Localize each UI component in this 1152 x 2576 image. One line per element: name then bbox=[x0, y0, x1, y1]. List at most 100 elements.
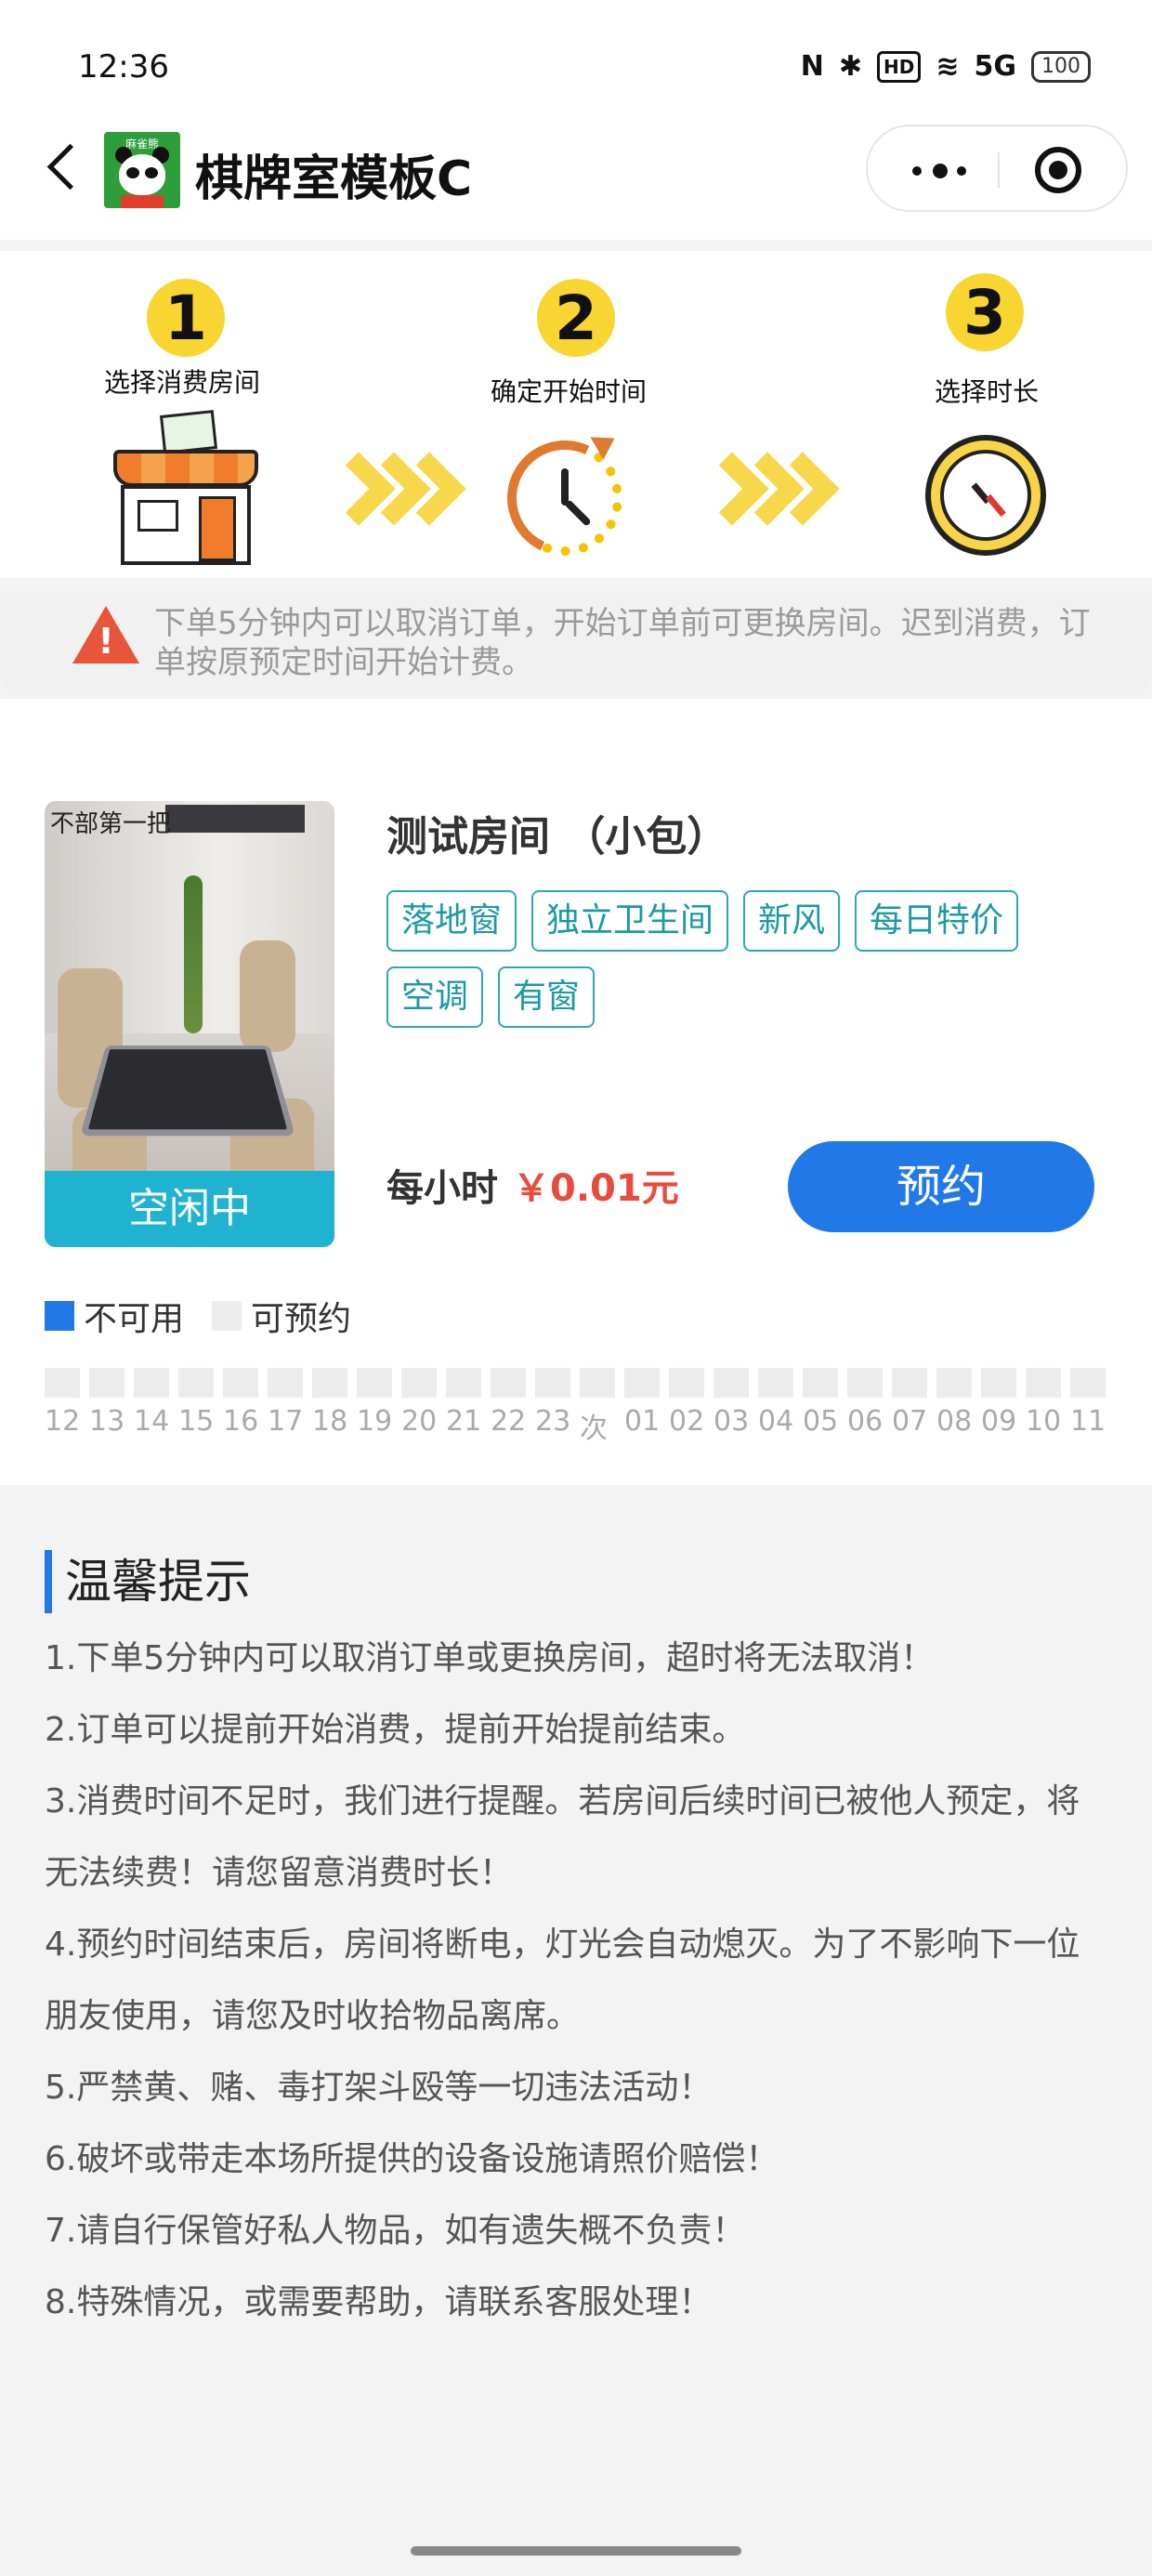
time-slot-label: 05 bbox=[803, 1405, 839, 1438]
book-button[interactable]: 预约 bbox=[788, 1141, 1094, 1232]
time-slot[interactable]: 01 bbox=[624, 1368, 669, 1438]
time-slot[interactable]: 22 bbox=[491, 1368, 535, 1438]
time-slot-bar bbox=[580, 1368, 615, 1398]
time-slot-label: 16 bbox=[223, 1405, 259, 1438]
time-slot-label: 09 bbox=[981, 1405, 1017, 1438]
price-label: 每小时 bbox=[386, 1167, 498, 1210]
time-slot[interactable]: 19 bbox=[357, 1368, 401, 1438]
room-photo-sign: 不部第一把 bbox=[50, 810, 172, 838]
availability-timeline: 12 13 14 15 16 17 18 19 20 21 22 23 次 01 02 03 04 05 06 07 0… bbox=[45, 1368, 1109, 1452]
legend-available-swatch bbox=[212, 1301, 242, 1331]
time-slot[interactable]: 18 bbox=[312, 1368, 357, 1438]
notice-text: 下单5分钟内可以取消订单，开始订单前可更换房间。迟到消费，订单按原预定时间开始计… bbox=[154, 605, 1091, 681]
time-slot[interactable]: 08 bbox=[936, 1368, 981, 1438]
time-slot[interactable]: 21 bbox=[446, 1368, 491, 1438]
tip-item: 4.预约时间结束后，房间将断电，灯光会自动熄灭。为了不影响下一位朋友使用，请您及… bbox=[45, 1925, 1080, 2035]
time-slot-bar bbox=[134, 1368, 169, 1398]
time-slot[interactable]: 12 bbox=[45, 1368, 89, 1438]
time-slot[interactable]: 07 bbox=[892, 1368, 936, 1438]
room-status-badge: 空闲中 bbox=[45, 1171, 334, 1247]
tips-section: 温馨提示 1.下单5分钟内可以取消订单或更换房间，超时将无法取消！ 2.订单可以… bbox=[0, 1485, 1152, 2576]
time-slot-label: 07 bbox=[892, 1405, 928, 1438]
time-slot[interactable]: 13 bbox=[89, 1368, 134, 1438]
time-slot[interactable]: 04 bbox=[758, 1368, 803, 1438]
time-slot-label: 15 bbox=[178, 1405, 215, 1438]
time-slot-bar bbox=[535, 1368, 570, 1398]
signal-icon: 5G bbox=[974, 50, 1017, 83]
start-time-clock-icon bbox=[491, 424, 639, 572]
time-slot-bar bbox=[45, 1368, 80, 1398]
time-slot[interactable]: 06 bbox=[847, 1368, 892, 1438]
close-miniprogram-icon[interactable] bbox=[1035, 147, 1081, 193]
time-slot[interactable]: 20 bbox=[401, 1368, 446, 1438]
tip-item: 5.严禁黄、赌、毒打架斗殴等一切违法活动！ bbox=[45, 2069, 713, 2107]
time-slot-label: 17 bbox=[268, 1405, 304, 1438]
booking-steps: 1 选择消费房间 2 确定开始时间 3 选择时长 bbox=[0, 251, 1152, 578]
time-slot-bar bbox=[803, 1368, 838, 1398]
time-slot[interactable]: 02 bbox=[669, 1368, 713, 1438]
time-slot[interactable]: 10 bbox=[1026, 1368, 1070, 1438]
hd-icon: HD bbox=[877, 51, 922, 83]
room-tag: 有窗 bbox=[498, 966, 596, 1028]
miniprogram-capsule bbox=[866, 125, 1128, 212]
time-slot[interactable]: 11 bbox=[1070, 1368, 1115, 1438]
time-slot-bar bbox=[624, 1368, 660, 1398]
tip-item: 1.下单5分钟内可以取消订单或更换房间，超时将无法取消！ bbox=[45, 1639, 935, 1677]
time-slot-label: 08 bbox=[936, 1405, 973, 1438]
room-tag: 空调 bbox=[386, 966, 484, 1028]
tips-title: 温馨提示 bbox=[45, 1550, 251, 1613]
duration-clock-icon bbox=[925, 435, 1046, 556]
time-slot-label: 02 bbox=[669, 1405, 705, 1438]
time-slot-label: 22 bbox=[491, 1405, 527, 1438]
time-slot[interactable]: 15 bbox=[178, 1368, 223, 1438]
tip-item: 6.破坏或带走本场所提供的设备设施请照价赔偿！ bbox=[45, 2140, 779, 2178]
time-slot-bar bbox=[1026, 1368, 1061, 1398]
time-slot-bar bbox=[178, 1368, 214, 1398]
chevron-right-icon bbox=[321, 448, 466, 541]
status-time: 12:36 bbox=[78, 48, 169, 85]
shop-icon bbox=[113, 410, 258, 567]
more-icon[interactable] bbox=[905, 147, 979, 193]
time-slot[interactable]: 23 bbox=[535, 1368, 580, 1438]
notice-banner: ! 下单5分钟内可以取消订单，开始订单前可更换房间。迟到消费，订单按原预定时间开… bbox=[0, 591, 1152, 695]
time-slot-label: 21 bbox=[446, 1405, 482, 1438]
time-slot[interactable]: 03 bbox=[713, 1368, 758, 1438]
time-slot-bar bbox=[401, 1368, 437, 1398]
nav-bar: 麻雀熊 棋牌室模板C bbox=[0, 112, 1152, 240]
step-2-number: 2 bbox=[537, 279, 615, 357]
step-1-number: 1 bbox=[147, 279, 225, 357]
app-logo: 麻雀熊 bbox=[104, 132, 180, 208]
time-slot[interactable]: 16 bbox=[223, 1368, 268, 1438]
time-slot-bar bbox=[446, 1368, 481, 1398]
step-2-label: 确定开始时间 bbox=[491, 376, 648, 407]
time-slot-label: 04 bbox=[758, 1405, 794, 1438]
step-3-number: 3 bbox=[946, 273, 1024, 351]
time-slot[interactable]: 17 bbox=[268, 1368, 312, 1438]
time-slot-label: 19 bbox=[357, 1405, 393, 1438]
legend-available-label: 可预约 bbox=[251, 1300, 352, 1338]
legend-unavailable-swatch bbox=[45, 1301, 74, 1331]
time-slot-bar bbox=[1070, 1368, 1106, 1398]
step-1-label: 选择消费房间 bbox=[104, 367, 261, 398]
back-button[interactable] bbox=[37, 139, 93, 195]
time-slot-label: 10 bbox=[1026, 1405, 1062, 1438]
wifi-icon: ≋ bbox=[936, 50, 960, 83]
tip-item: 8.特殊情况，或需要帮助，请联系客服处理！ bbox=[45, 2283, 713, 2321]
time-slot[interactable]: 次 bbox=[580, 1368, 624, 1446]
time-slot-label: 01 bbox=[624, 1405, 661, 1438]
time-slot-label: 14 bbox=[134, 1405, 170, 1438]
home-indicator[interactable] bbox=[411, 2546, 741, 2556]
time-slot[interactable]: 05 bbox=[803, 1368, 847, 1438]
time-slot-bar bbox=[312, 1368, 347, 1398]
price-value: ￥0.01元 bbox=[513, 1167, 679, 1210]
time-slot-label: 03 bbox=[713, 1405, 750, 1438]
tip-item: 7.请自行保管好私人物品，如有遗失概不负责！ bbox=[45, 2212, 746, 2250]
time-slot-bar bbox=[892, 1368, 927, 1398]
battery-icon: 100 bbox=[1031, 51, 1091, 83]
time-slot-bar bbox=[669, 1368, 704, 1398]
time-slot[interactable]: 09 bbox=[981, 1368, 1026, 1438]
room-card: 不部第一把 空闲中 测试房间 （小包） 落地窗 独立卫生间 新风 每日特价 空调… bbox=[0, 699, 1152, 1485]
time-slot-bar bbox=[936, 1368, 972, 1398]
time-slot[interactable]: 14 bbox=[134, 1368, 178, 1438]
status-bar: 12:36 N ✱ HD ≋ 5G 100 bbox=[0, 0, 1152, 130]
